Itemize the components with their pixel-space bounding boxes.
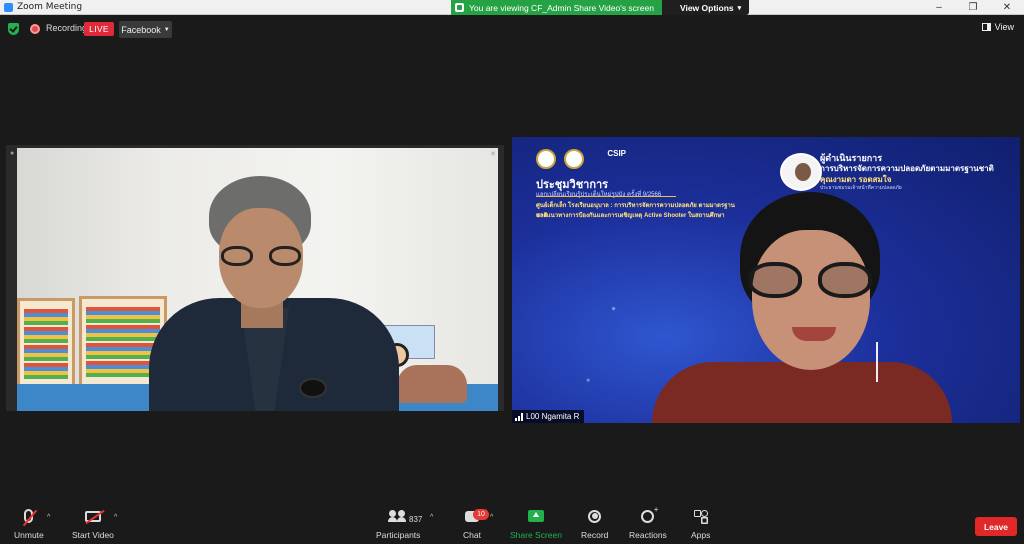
unmute-label: Unmute — [14, 530, 44, 540]
slide-logos: CSIP — [536, 149, 626, 169]
mic-muted-icon — [24, 509, 34, 523]
live-badge: LIVE — [84, 22, 114, 36]
reactions-button[interactable]: Reactions — [629, 505, 667, 541]
record-button[interactable]: Record — [581, 505, 608, 540]
share-screen-icon — [527, 510, 544, 522]
participant-name-tag: L00 Ngamita R — [512, 410, 585, 423]
video-tile-left[interactable]: ● ✕ — [6, 145, 504, 411]
view-options-button[interactable]: View Options ▾ — [661, 0, 750, 15]
close-button[interactable]: ✕ — [990, 0, 1024, 15]
chevron-down-icon: ▼ — [163, 26, 170, 33]
share-screen-button[interactable]: Share Screen — [510, 505, 562, 540]
participant-name: L00 Ngamita R — [526, 412, 580, 421]
share-status-icon — [455, 3, 464, 12]
view-label: View — [994, 22, 1014, 32]
video-tile-right[interactable]: CSIP ประชุมวิชาการ แลกเปลี่ยนเรียนรู้ประ… — [512, 137, 1020, 423]
livestream-target-label: Facebook — [121, 24, 161, 35]
close-icon[interactable]: ✕ — [490, 150, 496, 158]
org-logo-icon — [536, 149, 556, 169]
meeting-toolbar: Unmute ^ Start Video ^ Participants 837 … — [0, 505, 1024, 544]
share-banner: You are viewing CF_Admin Share Video's s… — [451, 0, 750, 15]
corner-dot-icon: ● — [10, 150, 15, 157]
earphone-icon — [870, 342, 878, 382]
chat-unread-badge: 10 — [473, 509, 489, 520]
start-video-button[interactable]: Start Video — [72, 505, 114, 540]
window-controls: – ❐ ✕ — [922, 0, 1024, 15]
share-status-text: You are viewing CF_Admin Share Video's s… — [469, 2, 654, 13]
record-label: Record — [581, 530, 609, 540]
shield-icon[interactable] — [8, 23, 19, 35]
video-options-caret[interactable]: ^ — [114, 514, 117, 521]
csip-logo: CSIP — [607, 149, 626, 158]
apps-button[interactable]: Apps — [691, 505, 710, 540]
host-photo — [780, 153, 822, 191]
unmute-button[interactable]: Unmute — [14, 505, 44, 540]
org-logo-icon — [564, 149, 584, 169]
camera-off-icon — [84, 510, 101, 522]
minimize-button[interactable]: – — [922, 0, 956, 15]
leave-button[interactable]: Leave — [975, 517, 1017, 536]
video-feed-left — [17, 148, 498, 411]
record-icon — [588, 509, 602, 523]
start-video-label: Start Video — [72, 530, 114, 540]
participants-icon — [388, 510, 407, 522]
reactions-icon — [641, 505, 658, 523]
audio-options-caret[interactable]: ^ — [47, 514, 50, 521]
chat-options-caret[interactable]: ^ — [490, 514, 493, 521]
zoom-app-icon — [4, 2, 13, 12]
slide-subtitle: แลกเปลี่ยนเรียนรู้ประเด็นใหม่รูปบัง ครั้… — [536, 192, 662, 198]
signal-bars-icon — [515, 412, 523, 421]
apps-icon — [694, 509, 709, 523]
view-button[interactable]: View — [981, 22, 1014, 32]
slide-host-detail: ประธานชมรมเจ้าหน้าที่ความปลอดภัย — [820, 185, 902, 191]
maximize-button[interactable]: ❐ — [956, 0, 990, 15]
chevron-down-icon: ▾ — [737, 4, 742, 12]
abacus-toy — [17, 298, 75, 390]
apps-label: Apps — [691, 530, 711, 540]
chat-label: Chat — [463, 530, 481, 540]
lapel-mic-icon — [299, 378, 327, 398]
window-title: Zoom Meeting — [17, 2, 83, 12]
livestream-target-button[interactable]: Facebook ▼ — [119, 21, 172, 38]
participant-video-man — [149, 168, 399, 411]
recording-label: Recording — [46, 23, 88, 33]
view-options-label: View Options — [679, 2, 734, 13]
reactions-label: Reactions — [629, 530, 667, 540]
participants-options-caret[interactable]: ^ — [430, 514, 433, 521]
participant-video-woman — [652, 192, 952, 423]
participants-label: Participants — [376, 530, 421, 540]
record-dot-icon — [30, 24, 40, 34]
view-grid-icon — [981, 23, 991, 31]
share-screen-label: Share Screen — [510, 530, 562, 540]
participants-count: 837 — [409, 515, 423, 524]
meeting-topbar: Recording LIVE Facebook ▼ View — [0, 15, 1024, 43]
share-status: You are viewing CF_Admin Share Video's s… — [451, 0, 662, 15]
